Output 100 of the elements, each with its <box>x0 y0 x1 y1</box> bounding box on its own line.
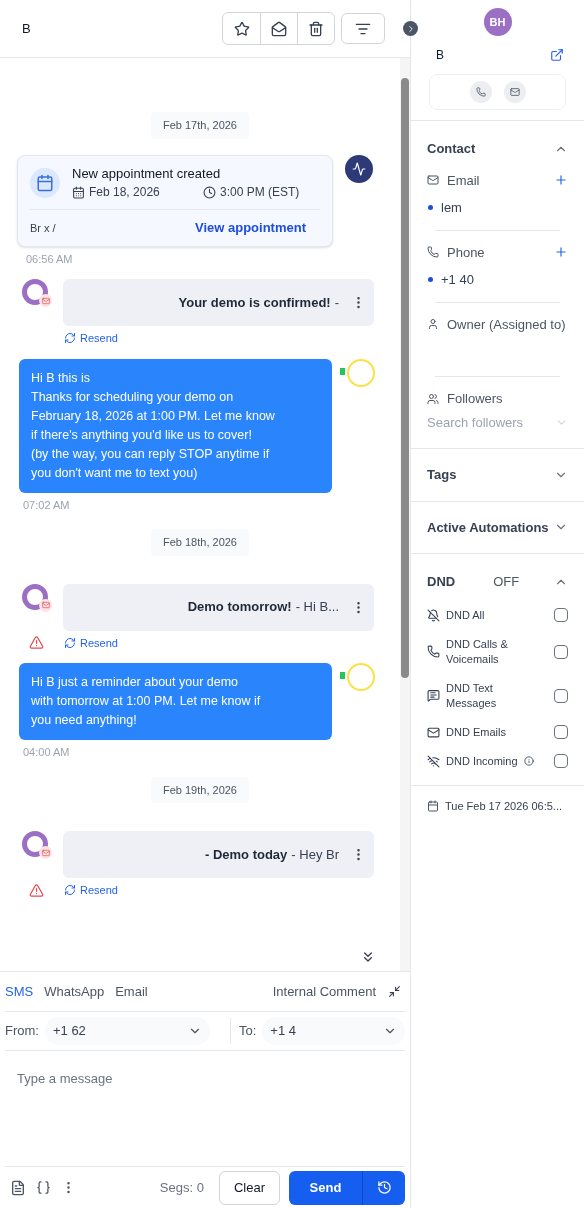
mail-icon <box>509 87 520 97</box>
dnd-label: DND All <box>446 607 485 623</box>
dnd-checkbox[interactable] <box>554 608 568 622</box>
view-appointment-link[interactable]: View appointment <box>195 218 306 238</box>
section-title: Tags <box>427 466 457 484</box>
filter-button[interactable] <box>341 13 385 44</box>
dnd-icon <box>427 645 440 658</box>
resend-button[interactable]: Resend <box>64 882 118 899</box>
sender-avatar-icon <box>347 663 375 691</box>
open-envelope-icon <box>271 20 287 37</box>
contact-name: B <box>22 19 31 38</box>
email-avatar-icon <box>22 831 50 859</box>
field-label: Phone <box>447 243 485 262</box>
dnd-checkbox[interactable] <box>554 754 568 768</box>
section-title: Active Automations <box>427 518 549 537</box>
collapse-icon[interactable] <box>388 985 401 998</box>
add-icon[interactable] <box>554 173 568 188</box>
flag-icon <box>340 367 345 375</box>
email-subject: Your demo is confirmed! <box>178 293 331 312</box>
dnd-status: OFF <box>493 573 520 591</box>
template-icon[interactable] <box>10 1179 26 1196</box>
activity-icon <box>345 154 373 183</box>
field-label: Email <box>447 171 480 190</box>
phone-value: +1 40 <box>441 271 474 289</box>
from-label: From: <box>5 1022 39 1041</box>
custom-values-icon[interactable] <box>36 1180 51 1195</box>
scrollbar[interactable] <box>400 58 410 971</box>
section-title: DND <box>427 573 456 591</box>
dnd-icon <box>427 754 440 768</box>
segment-count: Segs: 0 <box>159 1178 204 1197</box>
email-bubble[interactable]: Your demo is confirmed! - <box>63 279 374 326</box>
message-field[interactable]: Type a message <box>5 1051 405 1167</box>
field-label: Followers <box>447 390 503 408</box>
email-subject: Demo tomorrow! <box>187 598 292 617</box>
flag-icon <box>340 672 345 679</box>
resend-icon <box>64 884 76 897</box>
call-button[interactable] <box>469 81 492 103</box>
dnd-checkbox[interactable] <box>554 688 568 703</box>
email-preview: - <box>334 293 339 312</box>
email-avatar-icon <box>22 583 50 612</box>
section-title: Contact <box>427 140 476 158</box>
appointment-time: 3:00 PM (EST) <box>220 184 300 201</box>
message-time: 07:02 AM <box>23 497 71 513</box>
dnd-icon <box>427 608 440 622</box>
resend-button[interactable]: Resend <box>64 330 118 347</box>
dnd-label: DND Incoming <box>446 753 518 769</box>
contact-name: B <box>436 47 444 64</box>
internal-comment-tab[interactable]: Internal Comment <box>272 981 376 1002</box>
dnd-icon <box>427 689 440 702</box>
to-select[interactable]: +1 4 <box>262 1017 405 1045</box>
message-time: 04:00 AM <box>23 745 71 760</box>
channel-tab[interactable]: WhatsApp <box>44 981 105 1002</box>
resend-icon <box>64 332 76 345</box>
field-label: Owner (Assigned to) <box>447 315 566 334</box>
appointment-contact: Br x / <box>30 220 56 236</box>
field-icon <box>427 174 439 187</box>
add-icon[interactable] <box>554 245 568 260</box>
phone-icon <box>475 87 486 97</box>
outgoing-message: Hi B just a reminder about your demo with tomorrow at 1:00 PM. Let me know if you need anything! <box>19 663 332 740</box>
email-subject: - Demo today <box>205 845 288 864</box>
channel-tab[interactable]: SMS <box>5 981 34 1002</box>
resend-icon <box>64 636 76 649</box>
sender-avatar-icon <box>347 358 375 387</box>
appointment-date: Feb 18, 2026 <box>89 184 161 201</box>
from-select[interactable]: +1 62 <box>44 1017 210 1045</box>
outgoing-message: Hi B this is Thanks for scheduling your demo on February 18, 2026 at 1:00 PM. Let me know if there's anything you'd like us to cover! (by the way, you can reply STOP anytime if you don't want me to text you) <box>19 358 332 493</box>
trash-icon <box>308 20 324 37</box>
resend-button[interactable]: Resend <box>64 634 118 651</box>
clear-button[interactable]: Clear <box>218 1170 280 1205</box>
email-bubble[interactable]: - Demo today - Hey Br <box>63 831 374 878</box>
calendar-icon <box>72 185 85 199</box>
schedule-button[interactable] <box>362 1170 405 1205</box>
star-icon <box>233 20 250 37</box>
email-value: lem <box>441 199 462 217</box>
email-preview: - Hi B... <box>295 598 339 617</box>
email-avatar-icon <box>22 279 50 307</box>
email-button[interactable] <box>503 81 526 103</box>
dnd-label: DND Text Messages <box>446 680 497 711</box>
message-time: 06:56 AM <box>26 251 74 267</box>
field-icon <box>427 392 439 405</box>
dnd-label: DND Emails <box>446 724 506 740</box>
dnd-label: DND Calls & Voicemails <box>446 636 508 667</box>
calendar-icon <box>427 799 439 812</box>
dnd-checkbox[interactable] <box>554 644 568 659</box>
clock-icon <box>376 1180 392 1195</box>
dnd-icon <box>427 725 440 739</box>
external-link-icon[interactable] <box>550 48 564 62</box>
calendar-icon <box>30 167 60 198</box>
email-bubble[interactable]: Demo tomorrow! - Hi B... <box>63 583 374 631</box>
created-date: Tue Feb 17 2026 06:5... <box>445 798 562 814</box>
expand-panel-button[interactable] <box>403 21 418 36</box>
send-button[interactable]: Send <box>289 1170 362 1205</box>
email-preview: - Hey Br <box>291 845 339 864</box>
channel-tab[interactable]: Email <box>115 981 148 1002</box>
appointment-title: New appointment created <box>72 164 222 183</box>
contact-avatar: BH <box>483 8 512 36</box>
to-label: To: <box>239 1022 257 1041</box>
field-icon <box>427 318 439 331</box>
dnd-checkbox[interactable] <box>554 725 568 739</box>
field-icon <box>427 246 439 259</box>
